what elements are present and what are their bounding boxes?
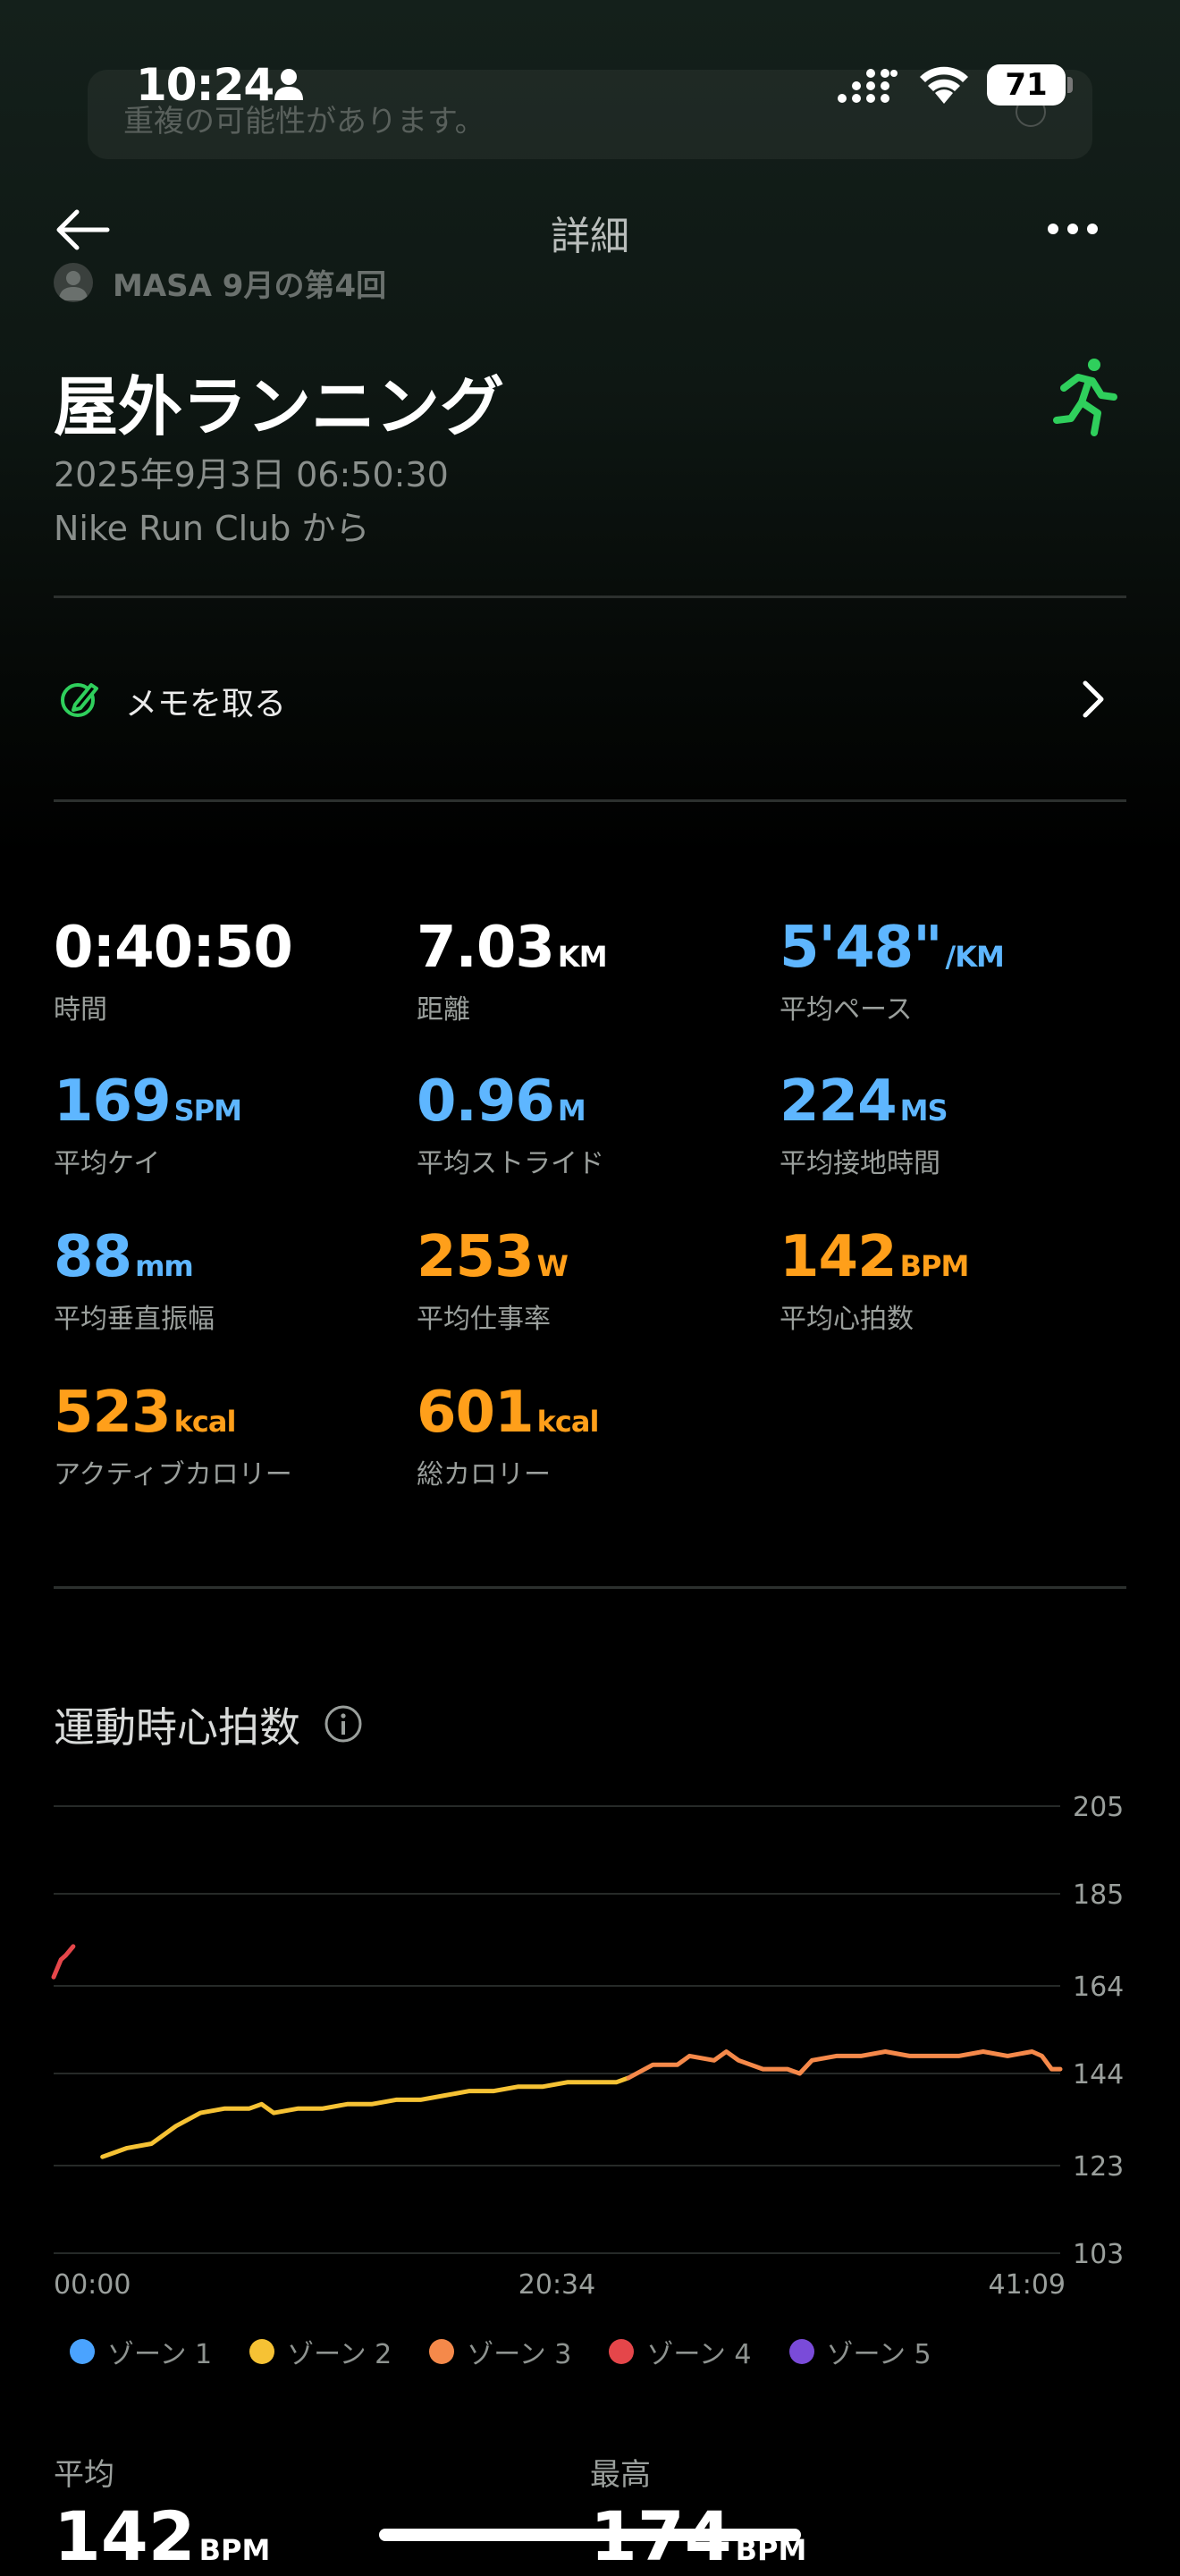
- metric-total-calories: 601 kcal 総カロリー: [417, 1380, 599, 1491]
- metric-active-calories: 523 kcal アクティブカロリー: [54, 1384, 292, 1491]
- metric-value: 7.03 KM: [417, 915, 608, 981]
- legend-label: ゾーン 5: [826, 2339, 931, 2370]
- more-options-icon[interactable]: [1046, 222, 1100, 236]
- legend-item: ゾーン 4: [609, 2332, 752, 2371]
- divider: [54, 1586, 1126, 1589]
- take-memo-label: メモを取る: [125, 686, 287, 722]
- heart-rate-series-line: [100, 2075, 631, 2159]
- metric-distance: 7.03 KM 距離: [417, 915, 608, 1026]
- metric-avg-heart-rate: 142 BPM 平均心拍数: [780, 1224, 969, 1336]
- y-tick-label: 164: [1073, 1972, 1124, 2003]
- metric-avg-ground-contact: 224 MS 平均接地時間: [780, 1068, 948, 1180]
- heart-rate-series-line: [51, 1944, 76, 1980]
- summary-average: 平均: [54, 2450, 114, 2494]
- metric-value: 88 mm: [54, 1224, 194, 1290]
- divider: [54, 595, 1126, 598]
- legend-item: ゾーン 3: [429, 2332, 571, 2371]
- metric-label: 平均接地時間: [780, 1148, 940, 1179]
- y-tick-label: 103: [1073, 2239, 1124, 2270]
- info-icon[interactable]: [324, 1704, 363, 1744]
- activity-date: 2025年9月3日 06:50:30: [54, 455, 449, 494]
- summary-label: 平均: [54, 2457, 114, 2493]
- legend-label: ゾーン 2: [287, 2339, 392, 2370]
- edit-note-icon: [61, 683, 98, 717]
- metric-value: 253 W: [417, 1224, 569, 1290]
- cellular-signal-icon: [838, 69, 898, 103]
- x-tick-label: 20:34: [518, 2269, 595, 2301]
- legend-label: ゾーン 3: [467, 2339, 572, 2370]
- metric-value: 142 BPM: [780, 1224, 969, 1290]
- avatar-person-icon: [59, 271, 88, 300]
- metric-label: 平均ストライド: [417, 1148, 604, 1179]
- status-time: 10:24: [136, 59, 274, 111]
- legend-item: ゾーン 2: [249, 2332, 392, 2371]
- metric-label: 平均垂直振幅: [54, 1304, 215, 1335]
- metric-value: 601 kcal: [417, 1380, 599, 1446]
- user-session-label: MASA 9月の第4回: [113, 268, 387, 304]
- metric-avg-stride: 0.96 M 平均ストライド: [417, 1073, 604, 1180]
- x-tick-label: 00:00: [54, 2269, 131, 2301]
- legend-label: ゾーン 1: [107, 2339, 213, 2370]
- summary-max: 最高: [590, 2450, 651, 2494]
- metric-label: 平均ペース: [780, 994, 913, 1026]
- legend-swatch: [70, 2339, 95, 2364]
- x-tick-label: 41:09: [989, 2269, 1066, 2301]
- legend-swatch: [788, 2339, 814, 2364]
- y-tick-label: 144: [1073, 2059, 1124, 2090]
- metric-value: 0.96 M: [417, 1068, 586, 1135]
- metric-label: 総カロリー: [417, 1459, 551, 1491]
- metric-value: 5'48"/KM: [780, 915, 1005, 981]
- activity-source: Nike Run Club から: [54, 509, 370, 548]
- metric-value: 523 kcal: [54, 1380, 236, 1446]
- running-icon: [1053, 359, 1117, 436]
- y-tick-label: 123: [1073, 2151, 1124, 2183]
- chart-legend: ゾーン 1 ゾーン 2 ゾーン 3 ゾーン 4 ゾーン 5: [70, 2332, 969, 2371]
- metric-avg-pace: 5'48"/KM 平均ペース: [780, 915, 1005, 1026]
- metric-label: アクティブカロリー: [54, 1459, 292, 1491]
- wifi-icon: [920, 66, 968, 104]
- metric-duration: 0:40:50 時間: [54, 919, 296, 1026]
- legend-item: ゾーン 5: [788, 2332, 931, 2371]
- metric-label: 時間: [54, 994, 107, 1026]
- summary-label: 最高: [590, 2457, 651, 2493]
- activity-title: 屋外ランニング: [54, 369, 505, 444]
- summary-unit: BPM: [198, 2533, 271, 2567]
- chevron-right-icon: [1083, 680, 1104, 718]
- metric-label: 平均仕事率: [417, 1304, 551, 1335]
- legend-item: ゾーン 1: [70, 2332, 212, 2371]
- person-icon: [274, 69, 303, 100]
- metric-avg-cadence: 169 SPM 平均ケイ: [54, 1068, 242, 1180]
- battery-indicator: 71: [987, 64, 1066, 106]
- legend-swatch: [429, 2339, 455, 2364]
- y-tick-label: 205: [1073, 1792, 1124, 1823]
- chart-title: 運動時心拍数: [54, 1703, 300, 1752]
- avatar: [54, 263, 93, 302]
- legend-swatch: [249, 2339, 275, 2364]
- home-indicator[interactable]: [379, 2529, 801, 2541]
- y-tick-label: 185: [1073, 1879, 1124, 1911]
- metric-value: 224 MS: [780, 1068, 948, 1135]
- metric-label: 平均心拍数: [780, 1304, 914, 1335]
- legend-swatch: [609, 2339, 635, 2364]
- metric-value: 169 SPM: [54, 1068, 242, 1135]
- metric-avg-vertical-oscillation: 88 mm 平均垂直振幅: [54, 1229, 215, 1336]
- metric-value: 0:40:50: [54, 915, 293, 981]
- battery-cap: [1067, 77, 1073, 93]
- heart-rate-chart: 205 185 164 144 123 103 00:00 20:34 41:09: [51, 1792, 1124, 2301]
- legend-label: ゾーン 4: [646, 2339, 752, 2370]
- metric-label: 平均ケイ: [54, 1148, 161, 1179]
- divider: [54, 799, 1126, 802]
- page-title: 詳細: [551, 214, 629, 259]
- metric-avg-power: 253 W 平均仕事率: [417, 1224, 569, 1336]
- metric-label: 距離: [417, 994, 470, 1026]
